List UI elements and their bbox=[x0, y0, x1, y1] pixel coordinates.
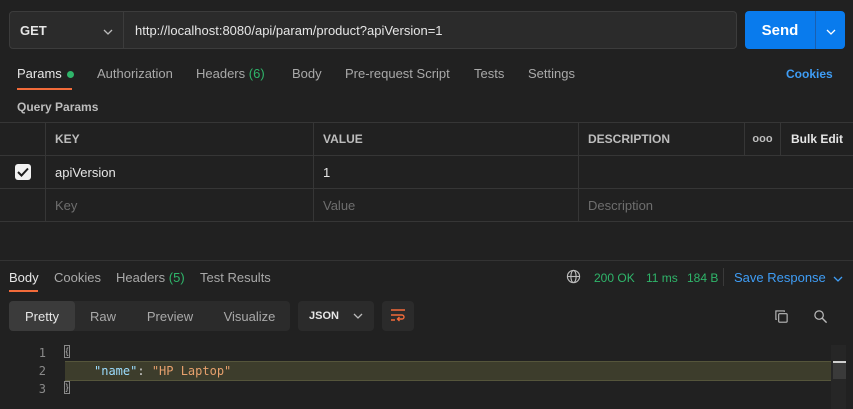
response-tab-cookies[interactable]: Cookies bbox=[54, 270, 101, 285]
tab-headers[interactable]: Headers (6) bbox=[196, 66, 265, 84]
url-text: http://localhost:8080/api/param/product?… bbox=[135, 22, 443, 38]
cookies-link[interactable]: Cookies bbox=[786, 67, 833, 81]
line-number: 2 bbox=[38, 364, 46, 378]
send-options-button[interactable] bbox=[815, 11, 845, 49]
save-response-label: Save Response bbox=[734, 270, 826, 285]
tab-pre-request-script[interactable]: Pre-request Script bbox=[345, 66, 450, 84]
tab-headers-count: (6) bbox=[248, 66, 265, 81]
active-tab-indicator bbox=[17, 88, 72, 90]
response-tab-headers-label: Headers bbox=[116, 270, 166, 285]
json-key: "name" bbox=[94, 364, 138, 378]
new-value-input[interactable]: Value bbox=[314, 189, 579, 222]
active-response-tab-indicator bbox=[9, 290, 38, 292]
format-label: JSON bbox=[309, 310, 339, 322]
params-active-dot bbox=[66, 71, 74, 79]
method-select[interactable]: GET bbox=[9, 11, 124, 49]
code-close-brace: } bbox=[64, 381, 70, 394]
status-divider bbox=[723, 268, 724, 286]
send-label: Send bbox=[761, 21, 799, 39]
chevron-down-icon bbox=[353, 310, 363, 322]
view-preview-button[interactable]: Preview bbox=[131, 301, 209, 331]
response-time[interactable]: 11 ms bbox=[646, 271, 678, 285]
tab-authorization[interactable]: Authorization bbox=[97, 66, 173, 84]
format-select[interactable]: JSON bbox=[298, 301, 374, 331]
code-line: "name": "HP Laptop" bbox=[94, 364, 231, 378]
copy-icon[interactable] bbox=[772, 307, 790, 325]
tab-tests[interactable]: Tests bbox=[474, 66, 504, 84]
tab-body-label: Body bbox=[292, 66, 322, 81]
tab-settings-label: Settings bbox=[528, 66, 575, 81]
line-number: 1 bbox=[38, 346, 46, 360]
row-checkbox-cell bbox=[0, 156, 46, 189]
wrap-lines-icon bbox=[390, 308, 406, 325]
bulk-edit-button[interactable]: Bulk Edit bbox=[781, 123, 853, 156]
wrap-lines-button[interactable] bbox=[382, 301, 414, 331]
code-open-brace: { bbox=[64, 345, 70, 358]
method-label: GET bbox=[20, 22, 47, 38]
param-description-field[interactable] bbox=[579, 156, 853, 189]
tab-params[interactable]: Params bbox=[17, 66, 74, 84]
chevron-down-icon bbox=[103, 23, 113, 38]
row-checkbox[interactable] bbox=[14, 164, 31, 180]
send-button[interactable]: Send bbox=[745, 11, 845, 49]
new-key-input[interactable]: Key bbox=[46, 189, 314, 222]
new-description-input[interactable]: Description bbox=[579, 189, 853, 222]
tab-tests-label: Tests bbox=[474, 66, 505, 81]
url-input[interactable]: http://localhost:8080/api/param/product?… bbox=[124, 11, 737, 49]
more-options-button[interactable]: ooo bbox=[745, 123, 781, 156]
empty-checkbox-cell bbox=[0, 189, 46, 222]
response-tab-test-results[interactable]: Test Results bbox=[200, 270, 271, 285]
response-tab-headers[interactable]: Headers (5) bbox=[116, 270, 185, 285]
status-code[interactable]: 200 OK bbox=[594, 271, 635, 285]
save-response-button[interactable]: Save Response bbox=[734, 270, 843, 285]
param-key-field[interactable]: apiVersion bbox=[46, 156, 314, 189]
search-icon[interactable] bbox=[811, 307, 829, 325]
tab-authorization-label: Authorization bbox=[97, 66, 173, 81]
header-checkbox-cell bbox=[0, 123, 46, 156]
more-icon: ooo bbox=[752, 133, 773, 145]
check-icon bbox=[16, 167, 29, 177]
pane-divider[interactable] bbox=[0, 260, 853, 261]
response-size[interactable]: 184 B bbox=[687, 271, 718, 285]
tab-headers-label: Headers bbox=[196, 66, 246, 81]
globe-icon[interactable] bbox=[566, 269, 581, 287]
header-description: DESCRIPTION bbox=[579, 123, 745, 156]
query-params-title: Query Params bbox=[17, 100, 99, 114]
view-raw-button[interactable]: Raw bbox=[75, 301, 131, 331]
response-tab-headers-count: (5) bbox=[168, 270, 185, 285]
header-key: KEY bbox=[46, 123, 314, 156]
tab-settings[interactable]: Settings bbox=[528, 66, 575, 84]
params-table: KEY VALUE DESCRIPTION ooo Bulk Edit apiV… bbox=[0, 122, 853, 223]
line-number: 3 bbox=[38, 382, 46, 396]
tab-params-label: Params bbox=[17, 66, 62, 81]
header-value: VALUE bbox=[314, 123, 579, 156]
scrollbar-highlight-marker bbox=[833, 361, 846, 379]
view-visualize-button[interactable]: Visualize bbox=[209, 301, 290, 331]
response-tab-body[interactable]: Body bbox=[9, 270, 39, 285]
json-value: "HP Laptop" bbox=[151, 364, 232, 378]
view-pretty-button[interactable]: Pretty bbox=[9, 301, 75, 331]
chevron-down-icon bbox=[833, 270, 843, 285]
tab-body[interactable]: Body bbox=[292, 66, 322, 84]
json-separator: : bbox=[137, 364, 152, 378]
view-mode-group: Pretty Raw Preview Visualize bbox=[9, 301, 290, 331]
chevron-down-icon bbox=[826, 23, 836, 38]
tab-pre-request-script-label: Pre-request Script bbox=[345, 66, 450, 81]
param-value-field[interactable]: 1 bbox=[314, 156, 579, 189]
